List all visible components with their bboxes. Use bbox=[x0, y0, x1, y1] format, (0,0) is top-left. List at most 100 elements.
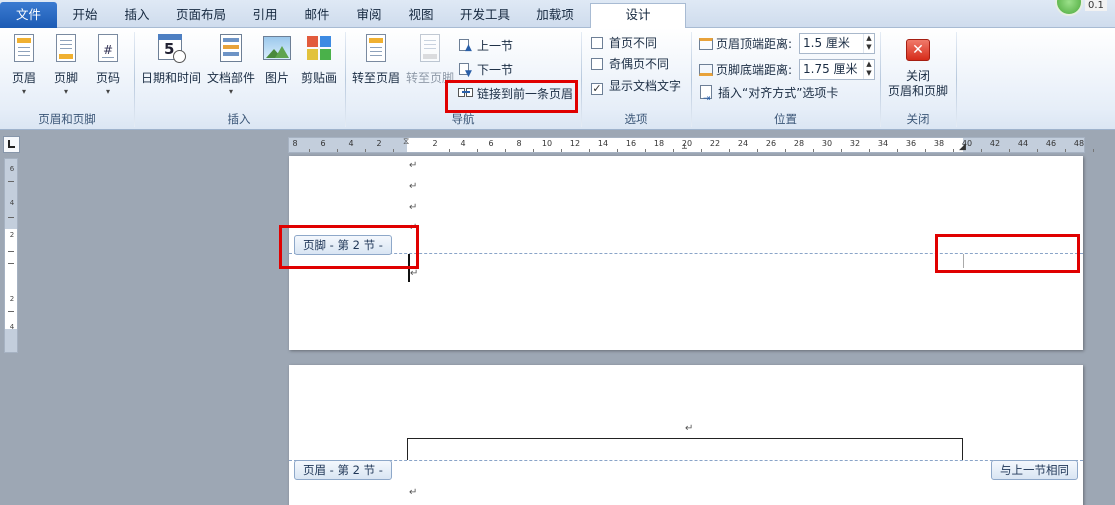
group-label-insert: 插入 bbox=[227, 112, 251, 126]
header-button-label: 页眉 bbox=[11, 71, 36, 85]
goto-header-button[interactable]: 转至页眉 bbox=[350, 32, 402, 86]
goto-footer-button[interactable]: 转至页脚 bbox=[404, 32, 456, 86]
group-label-navigation: 导航 bbox=[451, 112, 475, 126]
ruler-number: 30 bbox=[821, 139, 833, 148]
chevron-down-icon: ▾ bbox=[21, 87, 26, 96]
ruler-number: 6 bbox=[488, 139, 494, 148]
footer-button[interactable]: 页脚 ▾ bbox=[48, 32, 84, 96]
header-top-distance-input[interactable]: 1.5 厘米 ▲ ▼ bbox=[799, 33, 875, 54]
ruler-number: 12 bbox=[569, 139, 581, 148]
close-header-footer-button[interactable]: ✕ 关闭 页眉和页脚 bbox=[884, 32, 952, 99]
tab-review[interactable]: 审阅 bbox=[346, 4, 392, 28]
same-as-previous-tag: 与上一节相同 bbox=[991, 460, 1078, 480]
ruler-tick bbox=[813, 149, 814, 152]
ruler-tick bbox=[981, 149, 982, 152]
ruler-tick bbox=[897, 149, 898, 152]
checkmark-icon: ✓ bbox=[591, 82, 603, 95]
footer-bottom-distance-input[interactable]: 1.75 厘米 ▲ ▼ bbox=[799, 59, 875, 80]
tab-addins[interactable]: 加载项 bbox=[526, 4, 584, 28]
clip-art-label: 剪贴画 bbox=[300, 71, 337, 85]
quick-parts-label: 文档部件 bbox=[206, 71, 255, 85]
show-document-text-label: 显示文档文字 bbox=[609, 79, 682, 93]
ruler-tick bbox=[701, 149, 702, 152]
highlight-footer-right bbox=[935, 234, 1080, 273]
spinner-arrows-icon[interactable]: ▲ ▼ bbox=[863, 34, 874, 53]
date-time-label: 日期和时间 bbox=[140, 71, 201, 85]
header-top-distance: 页眉顶端距离: 1.5 厘米 ▲ ▼ bbox=[699, 33, 877, 54]
insert-alignment-tab-button[interactable]: ⇥ 插入“对齐方式”选项卡 bbox=[699, 83, 838, 104]
ribbon-tab-bar: 文件 开始 插入 页面布局 引用 邮件 审阅 视图 开发工具 加载项 设计 0.… bbox=[0, 0, 1115, 28]
tab-selector-icon[interactable] bbox=[3, 136, 20, 153]
highlight-link-to-previous bbox=[445, 80, 578, 113]
page-number-button[interactable]: # 页码 ▾ bbox=[90, 32, 126, 96]
header-distance-icon bbox=[699, 38, 713, 50]
tab-stop-icon[interactable]: ┴ bbox=[682, 144, 687, 153]
clip-art-button[interactable]: 剪贴画 bbox=[298, 32, 340, 86]
tab-mailings[interactable]: 邮件 bbox=[294, 4, 340, 28]
picture-icon bbox=[261, 32, 293, 66]
show-document-text-checkbox[interactable]: ✓ 显示文档文字 bbox=[591, 77, 681, 95]
header-section-tag: 页眉 - 第 2 节 - bbox=[294, 460, 392, 480]
first-line-indent-icon[interactable]: ⧖ bbox=[403, 137, 409, 147]
ruler-number: 36 bbox=[905, 139, 917, 148]
group-label-header-footer: 页眉和页脚 bbox=[38, 112, 96, 126]
ruler-number: 20 bbox=[681, 139, 693, 148]
tab-developer[interactable]: 开发工具 bbox=[450, 4, 520, 28]
tab-references[interactable]: 引用 bbox=[242, 4, 288, 28]
right-indent-icon[interactable]: ◢ bbox=[959, 142, 966, 152]
ruler-number: 44 bbox=[1017, 139, 1029, 148]
calendar-clock-icon: 5 bbox=[155, 32, 187, 66]
footer-distance-icon bbox=[699, 64, 713, 76]
ruler-number: 28 bbox=[793, 139, 805, 148]
previous-section-button[interactable]: ▲ 上一节 bbox=[458, 36, 513, 56]
header-icon bbox=[8, 32, 40, 66]
ruler-tick bbox=[505, 149, 506, 152]
chevron-down-icon: ▾ bbox=[63, 87, 68, 96]
ruler-tick bbox=[365, 149, 366, 152]
first-page-different-label: 首页不同 bbox=[609, 36, 658, 50]
odd-even-different-checkbox[interactable]: 奇偶页不同 bbox=[591, 55, 669, 73]
group-label-options: 选项 bbox=[624, 112, 648, 126]
ruler-number: 22 bbox=[709, 139, 721, 148]
page-number-icon: # bbox=[92, 32, 124, 66]
ruler-number: 4 bbox=[460, 139, 466, 148]
paragraph-mark: ↵ bbox=[409, 181, 418, 192]
tab-file[interactable]: 文件 bbox=[0, 2, 57, 28]
tab-home[interactable]: 开始 bbox=[62, 4, 108, 28]
tab-page-layout[interactable]: 页面布局 bbox=[166, 4, 236, 28]
ruler-tick bbox=[953, 149, 954, 152]
tab-view[interactable]: 视图 bbox=[398, 4, 444, 28]
header-boundary bbox=[289, 460, 1083, 461]
ruler-number: 32 bbox=[849, 139, 861, 148]
page-number-button-label: 页码 bbox=[95, 71, 120, 85]
date-time-button[interactable]: 5 日期和时间 bbox=[140, 32, 202, 86]
alignment-tab-icon: ⇥ bbox=[699, 85, 715, 104]
footer-bottom-distance-label: 页脚底端距离: bbox=[699, 61, 792, 78]
picture-button[interactable]: 图片 bbox=[260, 32, 294, 86]
spinner-arrows-icon[interactable]: ▲ ▼ bbox=[863, 60, 874, 79]
paragraph-mark: ↵ bbox=[409, 487, 418, 498]
ruler-number: 10 bbox=[541, 139, 553, 148]
ruler-number: 6 bbox=[320, 139, 326, 148]
ruler-tick bbox=[645, 149, 646, 152]
ruler-number: 2 bbox=[432, 139, 438, 148]
close-icon: ✕ bbox=[902, 32, 934, 66]
close-header-footer-label: 关闭 页眉和页脚 bbox=[887, 69, 948, 98]
paragraph-mark: ↵ bbox=[410, 268, 419, 279]
vruler-number: 2 bbox=[9, 231, 15, 239]
status-text: 0.1 bbox=[1085, 0, 1107, 11]
next-section-button[interactable]: ▼ 下一节 bbox=[458, 60, 513, 80]
ruler-tick bbox=[869, 149, 870, 152]
ruler-number: 4 bbox=[348, 139, 354, 148]
header-button[interactable]: 页眉 ▾ bbox=[6, 32, 42, 96]
quick-parts-button[interactable]: 文档部件 ▾ bbox=[204, 32, 258, 96]
vertical-ruler: 6 4 2 2 4 bbox=[4, 158, 18, 353]
ruler-tick bbox=[1093, 149, 1094, 152]
tab-insert[interactable]: 插入 bbox=[114, 4, 160, 28]
ruler-number: 8 bbox=[292, 139, 298, 148]
footer-button-label: 页脚 bbox=[53, 71, 78, 85]
tab-design[interactable]: 设计 bbox=[590, 3, 686, 28]
vruler-number: 6 bbox=[9, 165, 15, 173]
first-page-different-checkbox[interactable]: 首页不同 bbox=[591, 34, 657, 52]
quick-parts-icon bbox=[215, 32, 247, 66]
